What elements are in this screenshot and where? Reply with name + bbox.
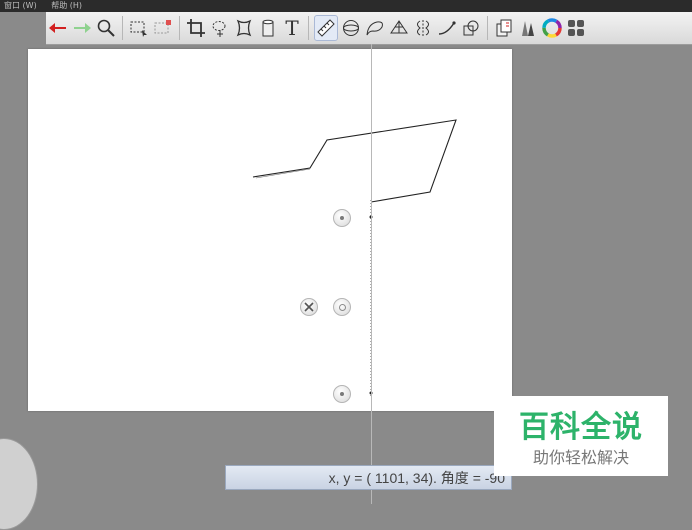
ruler-end-handle-top[interactable] <box>333 209 351 227</box>
panel-grid-button[interactable] <box>565 16 587 40</box>
toolbar-separator <box>122 16 123 40</box>
menu-bar: 窗口 (W) 帮助 (H) <box>0 0 692 12</box>
symmetry-button[interactable] <box>412 16 434 40</box>
undo-button[interactable] <box>47 16 69 40</box>
layers-copy-button[interactable] <box>493 16 515 40</box>
selection-button[interactable] <box>128 16 150 40</box>
distort-button[interactable] <box>233 16 255 40</box>
ruler-close-button[interactable] <box>300 298 318 316</box>
crop-button[interactable] <box>185 16 207 40</box>
zoom-icon <box>97 19 115 37</box>
symmetry-icon <box>417 20 429 36</box>
color-wheel-icon <box>542 18 562 38</box>
color-wheel-button[interactable] <box>541 16 563 40</box>
perspective-button[interactable] <box>388 16 410 40</box>
transform-selection-icon <box>154 20 171 34</box>
drawing-canvas[interactable] <box>28 49 512 411</box>
layers-copy-icon <box>496 19 512 37</box>
text-icon: T <box>285 16 299 40</box>
lagoon-wheel[interactable] <box>0 438 38 530</box>
watermark-logo: 百科全说 助你轻松解决 <box>494 396 668 476</box>
ellipse-guide-icon <box>343 20 359 36</box>
close-icon <box>304 302 314 312</box>
transform-selection-button[interactable] <box>152 16 174 40</box>
watermark-title: 百科全说 <box>519 410 643 445</box>
french-curve-button[interactable] <box>364 16 386 40</box>
ruler-end-handle-bottom[interactable] <box>333 385 351 403</box>
ellipse-guide-button[interactable] <box>340 16 362 40</box>
brush-library-icon <box>522 21 534 36</box>
ruler-guide[interactable] <box>371 44 372 504</box>
toolbar-separator <box>308 16 309 40</box>
handle-dot-icon <box>340 392 344 396</box>
shape-icon <box>463 20 479 36</box>
text-button[interactable]: T <box>281 16 303 40</box>
ruler-icon <box>317 19 335 37</box>
zoom-button[interactable] <box>95 16 117 40</box>
menu-window[interactable]: 窗口 (W) <box>4 1 37 10</box>
main-toolbar: T <box>46 12 692 45</box>
distort-icon <box>236 19 252 37</box>
undo-icon <box>49 23 66 33</box>
french-curve-icon <box>366 21 383 36</box>
handle-ring-icon <box>338 303 346 311</box>
stroke-button[interactable] <box>436 16 458 40</box>
perspective-icon <box>390 20 408 34</box>
toolbar-separator <box>179 16 180 40</box>
selection-icon <box>130 21 147 37</box>
ruler-center-handle[interactable] <box>333 298 351 316</box>
brush-library-button[interactable] <box>517 16 539 40</box>
lasso-button[interactable] <box>209 16 231 40</box>
lasso-icon <box>212 21 226 37</box>
redo-button[interactable] <box>71 16 93 40</box>
shape-button[interactable] <box>460 16 482 40</box>
coordinate-readout: x, y = ( 1101, 34). 角度 = -90 <box>328 470 505 486</box>
bucket-button[interactable] <box>257 16 279 40</box>
panel-grid-icon <box>568 20 584 36</box>
handle-dot-icon <box>340 216 344 220</box>
watermark-subtitle: 助你轻松解决 <box>532 448 629 467</box>
bucket-icon <box>262 19 274 37</box>
crop-icon <box>187 19 205 37</box>
toolbar-separator <box>487 16 488 40</box>
ruler-button[interactable] <box>314 15 338 41</box>
stroke-icon <box>438 21 456 35</box>
coordinate-status-bar: x, y = ( 1101, 34). 角度 = -90 <box>225 465 512 490</box>
menu-help[interactable]: 帮助 (H) <box>51 1 82 10</box>
redo-icon <box>74 23 91 33</box>
